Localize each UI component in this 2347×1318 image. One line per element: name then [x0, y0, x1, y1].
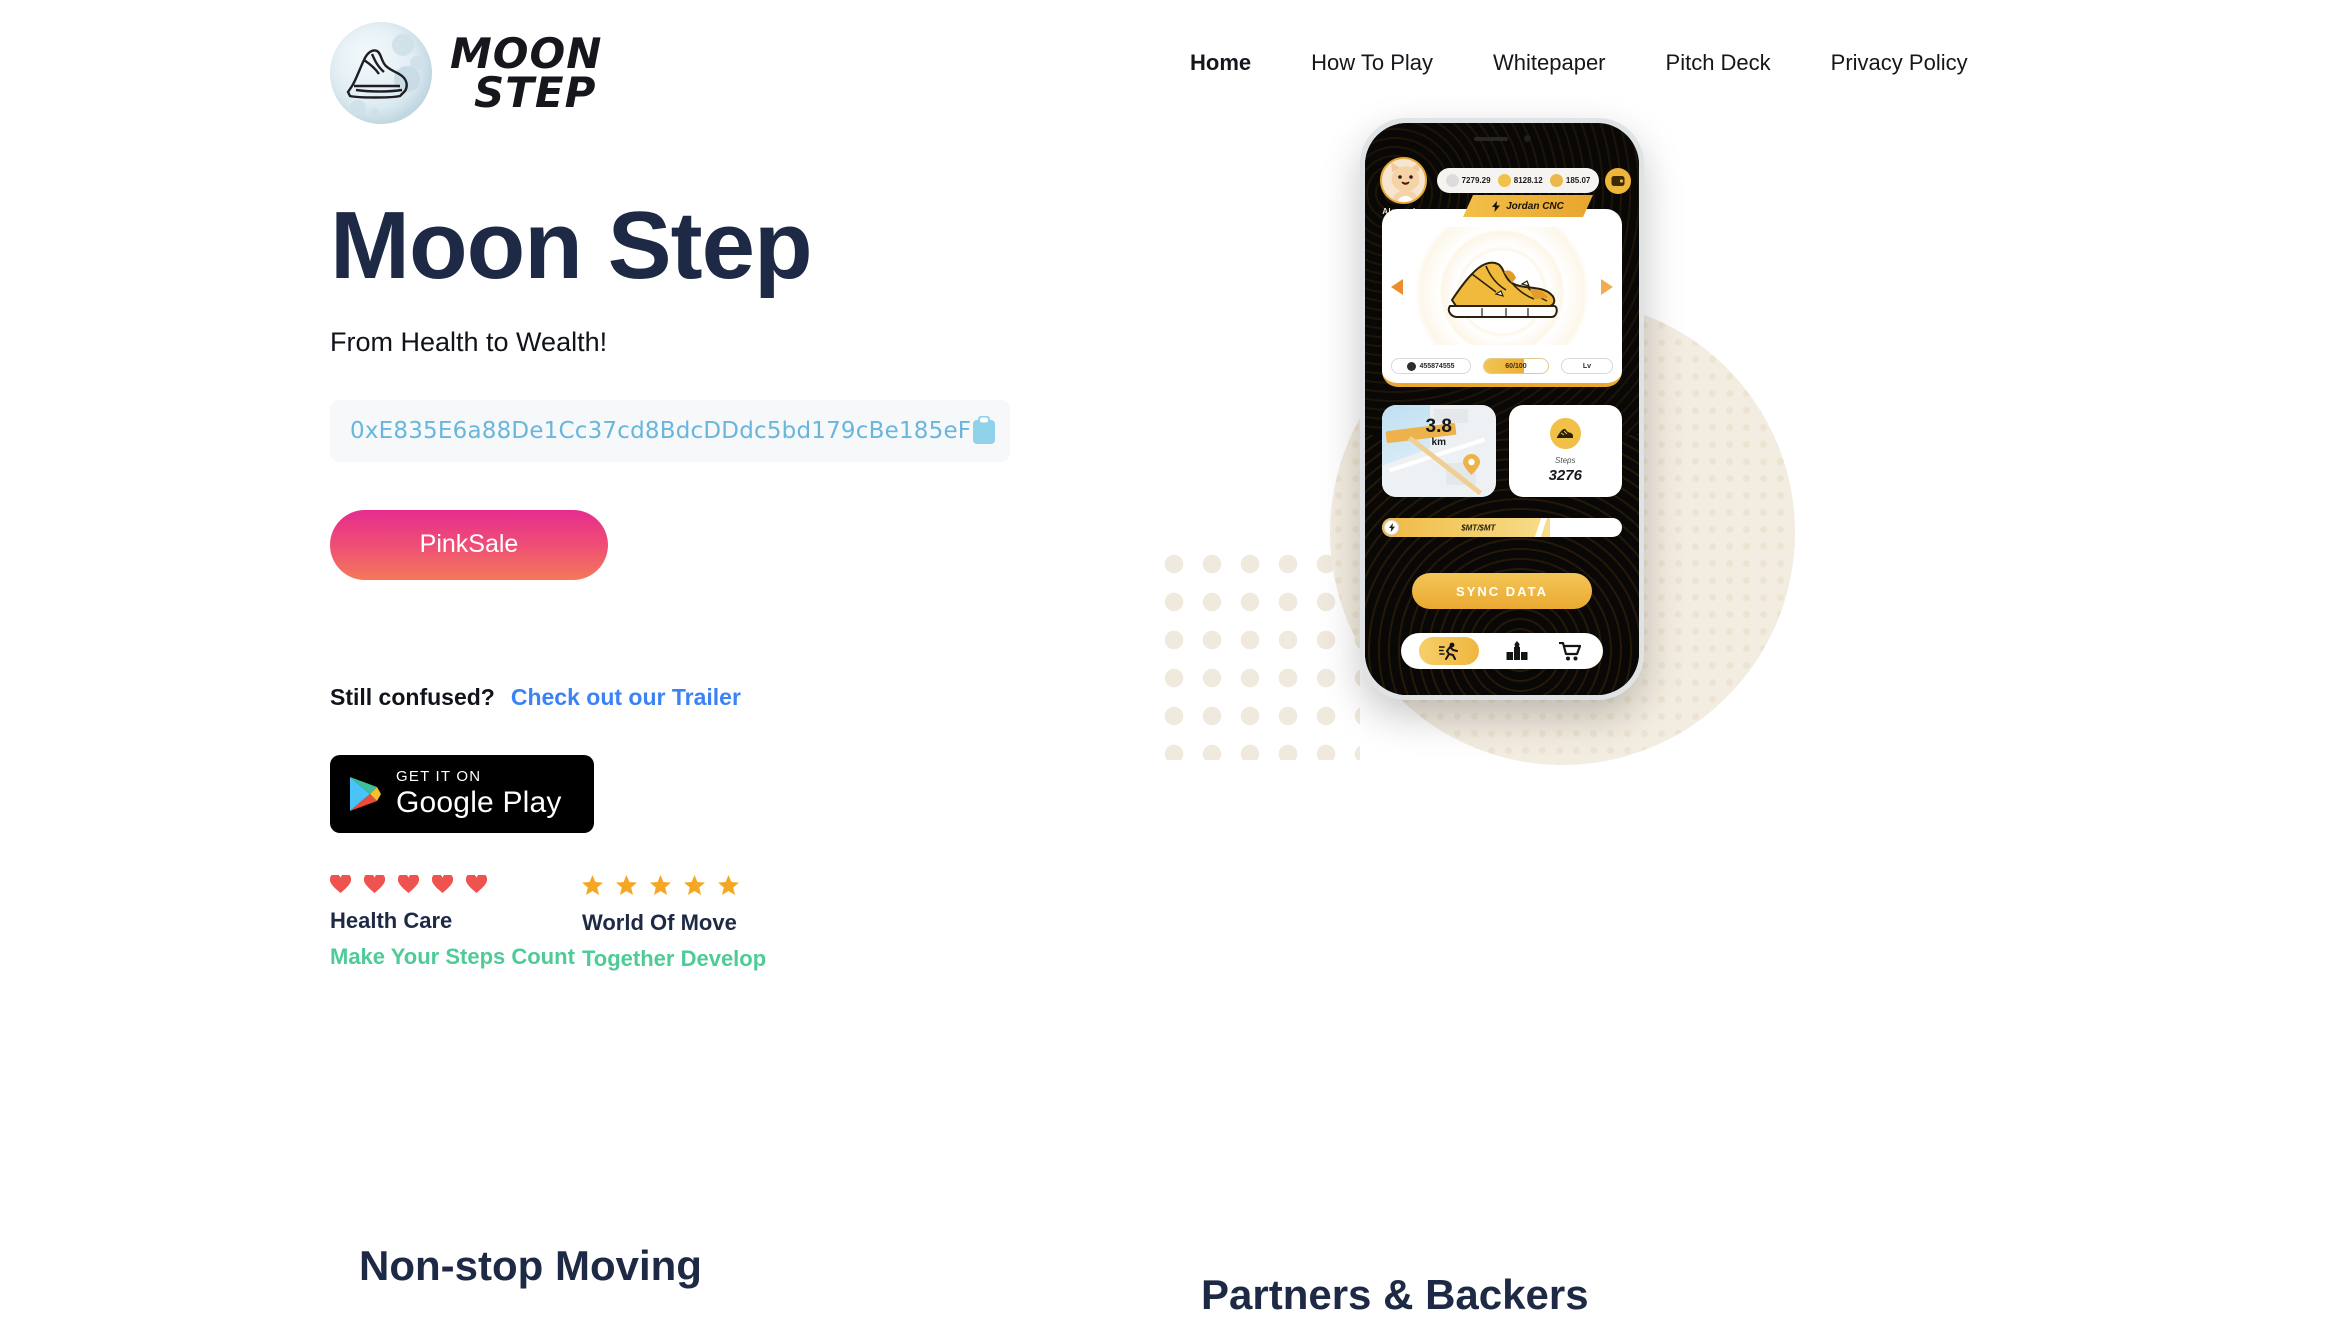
sneaker-stat-pills: 455874555 60/100 Lv	[1391, 358, 1613, 374]
arrow-left-icon[interactable]	[1391, 279, 1403, 295]
shoe-token-icon	[1445, 174, 1459, 187]
contract-address-value: 0xE835E6a88De1Cc37cd8BdcDDdc5bd179cBe185…	[350, 417, 972, 444]
phone-screen: Alexander 7279.29 8128.12 185.07	[1365, 123, 1639, 695]
page-title: Moon Step	[330, 192, 813, 299]
bolt-icon	[1384, 520, 1399, 535]
podium-icon[interactable]	[1502, 637, 1532, 665]
sneaker-name-tab: Jordan CNC	[1463, 195, 1593, 217]
level-pill: Lv	[1561, 358, 1613, 374]
activity-cards: 3.8 km Steps 3276	[1382, 405, 1622, 497]
sneaker-id-pill: 455874555	[1391, 358, 1471, 374]
nav-item-home[interactable]: Home	[1160, 50, 1281, 76]
nav-item-how-to-play[interactable]: How To Play	[1281, 50, 1463, 76]
star-icon	[718, 874, 739, 895]
google-play-badge[interactable]: GET IT ON Google Play	[330, 754, 594, 833]
token-id-icon	[1407, 361, 1417, 371]
stat-item[interactable]: 8128.12	[1497, 174, 1543, 187]
hero-left-column: Moon Step From Health to Wealth! 0xE835E…	[330, 192, 1230, 972]
main-navigation: Home How To Play Whitepaper Pitch Deck P…	[1160, 50, 1998, 76]
shoe-icon	[1549, 418, 1581, 449]
star-icon	[582, 874, 603, 895]
section-heading-non-stop-moving: Non-stop Moving	[359, 1242, 702, 1289]
logo-line-2: STEP	[474, 68, 597, 117]
feature-health-care: Health Care Make Your Steps Count	[330, 874, 582, 972]
cart-icon[interactable]	[1555, 637, 1585, 665]
phone-mockup: Alexander 7279.29 8128.12 185.07	[1360, 118, 1644, 700]
steps-card[interactable]: Steps 3276	[1508, 405, 1622, 497]
heart-icon	[364, 874, 385, 893]
heart-icon	[432, 874, 453, 893]
heart-icon	[398, 874, 419, 893]
store-badge-big-text: Google Play	[396, 786, 562, 820]
star-icon	[650, 874, 671, 895]
nav-item-whitepaper[interactable]: Whitepaper	[1463, 50, 1636, 76]
star-icon	[616, 874, 637, 895]
map-distance-card[interactable]: 3.8 km	[1382, 405, 1496, 497]
app-bottom-nav	[1401, 633, 1603, 669]
google-play-icon	[350, 776, 381, 811]
nav-item-privacy-policy[interactable]: Privacy Policy	[1801, 50, 1998, 76]
trailer-row: Still confused? Check out our Trailer	[330, 684, 1230, 711]
cat-avatar-icon[interactable]	[1379, 157, 1427, 204]
contract-address-box[interactable]: 0xE835E6a88De1Cc37cd8BdcDDdc5bd179cBe185…	[330, 399, 1010, 462]
energy-bar[interactable]: $MT/$MT	[1382, 518, 1622, 537]
map-pin-icon	[1462, 454, 1480, 475]
feature-title: Health Care	[330, 907, 453, 933]
logo-wordmark: MOON STEP	[450, 32, 602, 117]
clipboard-icon[interactable]	[971, 415, 997, 446]
distance-value: 3.8	[1425, 416, 1452, 437]
stat-value: 185.07	[1565, 176, 1591, 185]
hero-subtitle: From Health to Wealth!	[330, 326, 608, 357]
trailer-link[interactable]: Check out our Trailer	[511, 684, 741, 711]
still-confused-label: Still confused?	[330, 683, 495, 710]
durability-value: 60/100	[1505, 362, 1527, 370]
section-heading-partners-backers: Partners & Backers	[1201, 1271, 1589, 1318]
steps-value: 3276	[1548, 467, 1582, 484]
feature-subtitle: Together Develop	[582, 945, 767, 971]
feature-title: World Of Move	[582, 909, 737, 935]
feature-world-of-move: World Of Move Together Develop	[582, 874, 834, 972]
site-header: MOON STEP Home How To Play Whitepaper Pi…	[0, 0, 2347, 148]
sneaker-id-value: 455874555	[1419, 362, 1455, 370]
durability-pill: 60/100	[1483, 358, 1549, 374]
store-badge-small-text: GET IT ON	[396, 768, 482, 786]
speaker-grille-icon	[1473, 136, 1508, 141]
star-icon-group	[582, 874, 834, 896]
pinksale-button[interactable]: PinkSale	[330, 509, 608, 580]
sneaker-nft-icon	[1447, 261, 1558, 318]
star-icon	[684, 874, 705, 895]
sneaker-image	[1382, 227, 1622, 345]
moon-sneaker-logo-icon	[330, 22, 432, 124]
stat-value: 7279.29	[1461, 176, 1491, 185]
feature-row: Health Care Make Your Steps Count World …	[330, 874, 1230, 972]
sneaker-name-label: Jordan CNC	[1506, 200, 1564, 212]
bolt-icon	[1492, 201, 1500, 212]
heart-icon-group	[330, 874, 582, 894]
logo[interactable]: MOON STEP	[330, 22, 602, 124]
running-icon[interactable]	[1418, 637, 1479, 665]
stat-value: 8128.12	[1513, 176, 1543, 185]
heart-icon	[466, 874, 487, 893]
user-profile[interactable]: Alexander	[1375, 157, 1431, 216]
steps-label: Steps	[1555, 456, 1576, 465]
dot-grid-decoration	[1155, 545, 1360, 760]
distance-unit: km	[1431, 437, 1446, 448]
feature-subtitle: Make Your Steps Count	[330, 943, 575, 969]
token-stats-bar: 7279.29 8128.12 185.07	[1437, 168, 1599, 193]
hero-right-column: Alexander 7279.29 8128.12 185.07	[1130, 118, 2190, 980]
stat-item[interactable]: 7279.29	[1445, 174, 1491, 187]
heart-icon	[330, 874, 351, 893]
wallet-icon[interactable]	[1605, 167, 1631, 194]
sync-data-button[interactable]: SYNC DATA	[1412, 573, 1592, 609]
energy-label: $MT/$MT	[1461, 523, 1496, 532]
gem-token-icon	[1549, 174, 1563, 187]
camera-dot-icon	[1523, 135, 1531, 142]
level-label: Lv	[1582, 362, 1592, 370]
stat-item[interactable]: 185.07	[1549, 174, 1591, 187]
arrow-right-icon[interactable]	[1601, 279, 1613, 295]
sneaker-nft-card[interactable]: Jordan CNC 455874555 60/100 Lv	[1382, 209, 1622, 387]
bolt-token-icon	[1497, 174, 1511, 187]
phone-notch	[1365, 135, 1639, 142]
nav-item-pitch-deck[interactable]: Pitch Deck	[1636, 50, 1801, 76]
